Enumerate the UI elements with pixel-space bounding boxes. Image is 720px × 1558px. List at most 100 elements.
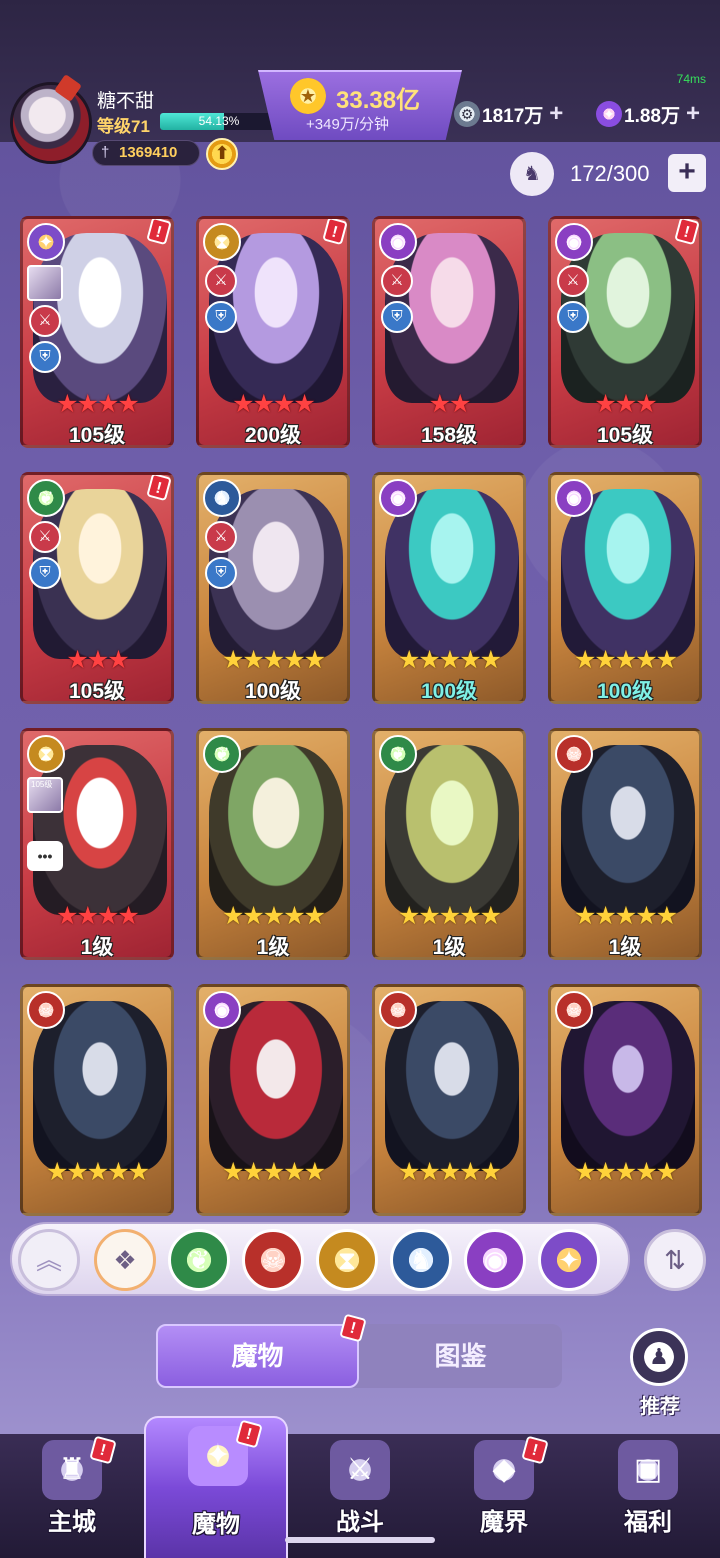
resource-gem: ✦ 1.88万 + xyxy=(596,98,700,130)
monster-capacity: 172/300 xyxy=(570,161,650,186)
resource-crystal-value: 1817万 xyxy=(482,105,544,127)
nav-item-0[interactable]: ♜ 主城! xyxy=(0,1434,144,1558)
nav-label: 福利 xyxy=(624,1509,672,1536)
filter-collapse-button[interactable]: ︽ xyxy=(18,1229,80,1291)
monster-card[interactable]: ◉ ★★★★★ xyxy=(196,984,350,1216)
monster-level: 105级 xyxy=(68,680,126,703)
star-rating: ★★★★★ xyxy=(221,902,326,930)
recommend-button[interactable]: ♟ xyxy=(630,1328,688,1386)
hourglass-icon: ⧗ xyxy=(27,735,65,773)
tab-codex[interactable]: 图鉴 xyxy=(359,1324,562,1388)
monster-level: 105级 xyxy=(596,424,654,447)
monster-card[interactable]: ◉ ★★★★★ 100级 xyxy=(548,472,702,704)
wolf-icon: ♞ xyxy=(409,1245,433,1275)
monster-card[interactable]: ❦ ★★★★★ 1级 xyxy=(372,728,526,960)
monster-card[interactable]: ❦ ⚔ ⛨! ★★★ 105级 xyxy=(20,472,174,704)
demon-icon: ☠ xyxy=(555,991,593,1029)
filter-all-button[interactable]: ❖ xyxy=(94,1229,156,1291)
star-rating: ★★★★★ xyxy=(221,646,326,674)
filter-demon-button[interactable]: ☠ xyxy=(242,1229,304,1291)
filter-wolf-button[interactable]: ♞ xyxy=(390,1229,452,1291)
monster-card[interactable]: ✦ ⚔ ⛨! ★★★★ 105级 xyxy=(20,216,174,448)
arrow-up-icon: ⬆ xyxy=(214,143,230,163)
sword-icon: † xyxy=(101,144,110,161)
nav-item-1[interactable]: ✦ 魔物! xyxy=(144,1416,288,1558)
monster-card[interactable]: ☠ ★★★★★ xyxy=(372,984,526,1216)
xp-percent: 54.13% xyxy=(198,114,240,128)
eye-icon: ◉ xyxy=(379,223,417,261)
nav-alert-badge: ! xyxy=(235,1419,263,1449)
chat-bubble-icon: ••• xyxy=(27,841,63,871)
attack-badge-icon: ⚔ xyxy=(557,265,589,297)
monster-card[interactable]: ⧗ ⚔ ⛨! ★★★★ 200级 xyxy=(196,216,350,448)
card-alert-badge: ! xyxy=(146,475,171,502)
arcane-icon: ✦ xyxy=(27,223,65,261)
demon-icon: ☠ xyxy=(27,991,65,1029)
linked-monster-thumbnail xyxy=(27,265,63,301)
monster-card[interactable]: ♞ ⚔ ⛨ ★★★★★ 100级 xyxy=(196,472,350,704)
linked-monster-level: 105级 xyxy=(31,780,53,789)
monster-card[interactable]: ❦ ★★★★★ 1级 xyxy=(196,728,350,960)
player-level: 等级71 xyxy=(97,117,150,136)
capacity-add-button[interactable]: + xyxy=(668,154,706,192)
monster-level: 100级 xyxy=(420,680,478,703)
monster-level: 100级 xyxy=(244,680,302,703)
hourglass-icon: ⧗ xyxy=(203,223,241,261)
sort-icon: ⇅ xyxy=(664,1245,686,1275)
eye-icon: ◉ xyxy=(379,479,417,517)
leaf-icon: ❦ xyxy=(203,735,241,773)
monster-level: 200级 xyxy=(244,424,302,447)
monster-capacity-icon: ♞ xyxy=(510,152,554,196)
leaf-icon: ❦ xyxy=(188,1245,210,1275)
monster-card[interactable]: ⧗ 105级 ••• ★★★★ 1级 xyxy=(20,728,174,960)
chest-icon: ▣ xyxy=(618,1440,678,1500)
star-rating: ★★★ xyxy=(594,390,657,418)
avatar[interactable] xyxy=(10,82,92,164)
gem-icon: ✦ xyxy=(596,101,622,127)
star-rating: ★★★★★ xyxy=(573,646,678,674)
player-name: 糖不甜 xyxy=(97,91,155,112)
resource-crystal: ⚙ 1817万 + xyxy=(454,98,563,130)
attack-badge-icon: ⚔ xyxy=(205,521,237,553)
attack-badge-icon: ⚔ xyxy=(205,265,237,297)
sword-shield-icon: ⚔ xyxy=(330,1440,390,1500)
star-rating: ★★★★ xyxy=(56,390,140,418)
nav-label: 战斗 xyxy=(336,1509,384,1536)
card-alert-badge: ! xyxy=(322,219,347,246)
nav-item-3[interactable]: ◆ 魔界! xyxy=(432,1434,576,1558)
monster-card[interactable]: ☠ ★★★★★ xyxy=(548,984,702,1216)
gold-rate: +349万/分钟 xyxy=(306,116,389,133)
monster-card[interactable]: ☠ ★★★★★ 1级 xyxy=(548,728,702,960)
shield-badge-icon: ⛨ xyxy=(557,301,589,333)
monster-level: 1级 xyxy=(608,936,642,959)
star-rating: ★★★★★ xyxy=(221,1158,326,1186)
star-rating: ★★ xyxy=(428,390,472,418)
nav-item-4[interactable]: ▣ 福利 xyxy=(576,1434,720,1558)
gear-coin-icon: ⚙ xyxy=(454,101,480,127)
eye-icon: ◉ xyxy=(555,479,593,517)
monster-card[interactable]: ◉ ★★★★★ 100级 xyxy=(372,472,526,704)
gold-amount: 33.38亿 xyxy=(336,87,421,114)
filter-arcane-button[interactable]: ✦ xyxy=(538,1229,600,1291)
leaf-icon: ❦ xyxy=(379,735,417,773)
shield-badge-icon: ⛨ xyxy=(381,301,413,333)
monster-card[interactable]: ◉ ⚔ ⛨ ★★ 158级 xyxy=(372,216,526,448)
filter-nature-button[interactable]: ❦ xyxy=(168,1229,230,1291)
upgrade-button[interactable]: ⬆ xyxy=(206,138,238,170)
monster-level: 105级 xyxy=(68,424,126,447)
filter-time-button[interactable]: ⧗ xyxy=(316,1229,378,1291)
monster-level: 158级 xyxy=(420,424,478,447)
tab-monsters[interactable]: 魔物 xyxy=(156,1324,359,1388)
attack-badge-icon: ⚔ xyxy=(29,305,61,337)
monster-card[interactable]: ◉ ⚔ ⛨! ★★★ 105级 xyxy=(548,216,702,448)
resource-gem-add-button[interactable]: + xyxy=(686,100,700,128)
filter-eye-button[interactable]: ◉ xyxy=(464,1229,526,1291)
monster-card[interactable]: ☠ ★★★★★ xyxy=(20,984,174,1216)
card-alert-badge: ! xyxy=(146,219,171,246)
linked-monster-thumbnail: 105级 xyxy=(27,777,63,813)
resource-crystal-add-button[interactable]: + xyxy=(549,100,563,128)
shield-badge-icon: ⛨ xyxy=(205,557,237,589)
wolf-icon: ♞ xyxy=(203,479,241,517)
sort-button[interactable]: ⇅ xyxy=(644,1229,706,1291)
all-elements-icon: ❖ xyxy=(113,1245,137,1275)
